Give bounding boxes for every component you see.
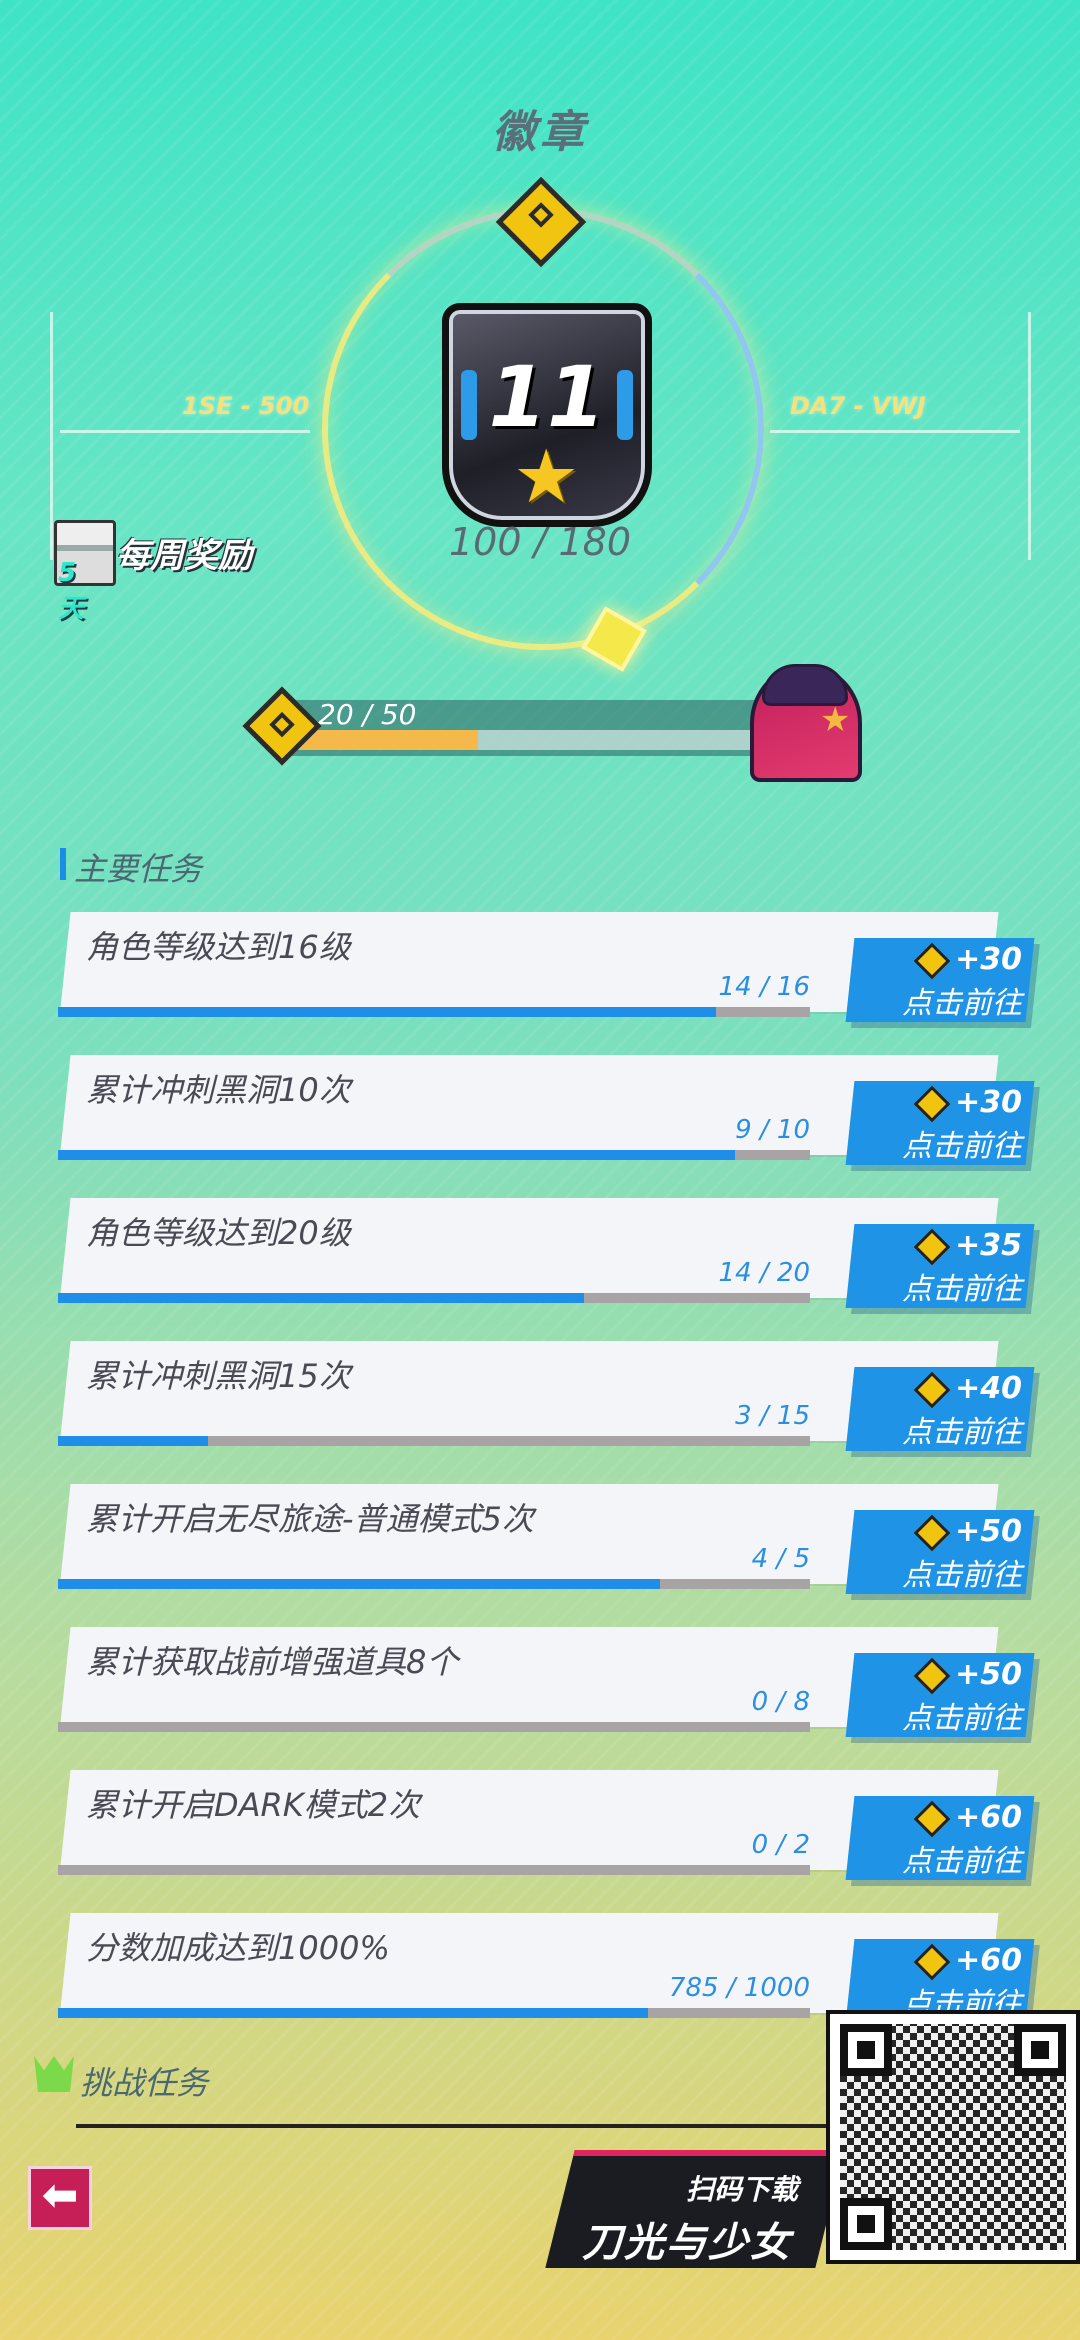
task-progress-bar: [58, 2008, 810, 2018]
task-title: 累计冲刺黑洞10次: [86, 1071, 351, 1109]
badge-shield[interactable]: 11 ★: [442, 303, 652, 527]
main-tasks-title: 主要任务: [74, 850, 203, 888]
task-reward-amount: +60: [955, 1943, 1022, 1978]
badge-level: 11: [488, 348, 606, 446]
task-progress-fill: [58, 1293, 585, 1303]
task-row: 角色等级达到20级 14 / 20 +35 点击前往: [58, 1198, 1035, 1308]
task-title: 累计冲刺黑洞15次: [86, 1357, 351, 1395]
task-progress-fill: [58, 1007, 716, 1017]
task-title: 角色等级达到20级: [86, 1214, 351, 1252]
task-reward: +60: [872, 1943, 1022, 1980]
task-progress-text: 4 / 5: [751, 1544, 810, 1574]
go-button-label[interactable]: 点击前往: [872, 1836, 1022, 1880]
challenge-tasks-title: 挑战任务: [80, 2064, 209, 2102]
task-reward: +30: [872, 1085, 1022, 1122]
badge-coin-icon: [913, 1514, 951, 1551]
task-title: 角色等级达到16级: [86, 928, 351, 966]
go-button-label[interactable]: 点击前往: [872, 1264, 1022, 1308]
task-reward-amount: +60: [955, 1800, 1022, 1835]
left-code-label: 1SE - 500: [182, 392, 310, 420]
go-button-label[interactable]: 点击前往: [872, 978, 1022, 1022]
task-title: 分数加成达到1000%: [86, 1929, 390, 1967]
task-reward: +30: [872, 942, 1022, 979]
task-reward: +50: [872, 1657, 1022, 1694]
level-progress-text: 20 / 50: [318, 698, 417, 731]
right-code-label: DA7 - VWJ: [790, 392, 926, 420]
task-row: 累计开启DARK模式2次 0 / 2 +60 点击前往: [58, 1770, 1035, 1880]
cape-star-icon: ★: [820, 700, 851, 740]
task-progress-bar: [58, 1865, 810, 1875]
task-row: 累计冲刺黑洞10次 9 / 10 +30 点击前往: [58, 1055, 1035, 1165]
back-button[interactable]: ⬅: [28, 2166, 92, 2230]
task-progress-bar: [58, 1436, 810, 1446]
promo-game-title: 刀光与少女: [582, 2220, 792, 2266]
task-row: 角色等级达到16级 14 / 16 +30 点击前往: [58, 912, 1035, 1022]
challenge-divider: [76, 2124, 856, 2128]
qr-finder: [840, 2024, 892, 2076]
badge-coin-icon: [913, 942, 951, 979]
weekly-reward-days: 5天: [58, 558, 85, 624]
go-button-label[interactable]: 点击前往: [872, 1121, 1022, 1165]
task-reward-amount: +30: [955, 942, 1022, 977]
task-title: 累计获取战前增强道具8个: [86, 1643, 459, 1681]
task-reward: +50: [872, 1514, 1022, 1551]
go-button-label[interactable]: 点击前往: [872, 1550, 1022, 1594]
task-progress-text: 14 / 16: [718, 972, 810, 1002]
badge-coin-icon: [913, 1657, 951, 1694]
crown-icon: [34, 2056, 74, 2092]
task-row: 累计获取战前增强道具8个 0 / 8 +50 点击前往: [58, 1627, 1035, 1737]
task-reward-amount: +30: [955, 1085, 1022, 1120]
task-reward-amount: +40: [955, 1371, 1022, 1406]
task-progress-bar: [58, 1579, 810, 1589]
right-divider: [770, 430, 1020, 433]
go-button-label[interactable]: 点击前往: [872, 1693, 1022, 1737]
task-progress-text: 14 / 20: [718, 1258, 810, 1288]
star-icon: ★: [513, 434, 580, 520]
task-progress-text: 9 / 10: [735, 1115, 810, 1145]
task-progress-fill: [58, 2008, 649, 2018]
task-row: 分数加成达到1000% 785 / 1000 +60 点击前往: [58, 1913, 1035, 2023]
back-arrow-icon: ⬅: [41, 2170, 79, 2221]
weekly-reward-label: 每周奖励: [116, 536, 252, 576]
section-accent-bar: [60, 848, 66, 880]
task-progress-bar: [58, 1293, 810, 1303]
badge-coin-icon: [913, 1228, 951, 1265]
task-progress-text: 3 / 15: [735, 1401, 810, 1431]
badge-coin-icon: [913, 1085, 951, 1122]
task-title: 累计开启无尽旅途-普通模式5次: [86, 1500, 534, 1538]
task-progress-text: 0 / 8: [751, 1687, 810, 1717]
task-reward-amount: +50: [955, 1657, 1022, 1692]
task-title: 累计开启DARK模式2次: [86, 1786, 421, 1824]
badge-coin-icon: [913, 1800, 951, 1837]
task-reward: +35: [872, 1228, 1022, 1265]
task-progress-bar: [58, 1722, 810, 1732]
badge-coin-icon: [913, 1371, 951, 1408]
promo-scan-label: 扫码下载: [686, 2173, 799, 2206]
task-progress-text: 0 / 2: [751, 1830, 810, 1860]
download-qr-code[interactable]: [826, 2010, 1080, 2264]
task-row: 累计开启无尽旅途-普通模式5次 4 / 5 +50 点击前往: [58, 1484, 1035, 1594]
task-progress-fill: [58, 1436, 209, 1446]
left-divider: [60, 430, 310, 433]
qr-finder: [840, 2198, 892, 2250]
task-progress-text: 785 / 1000: [668, 1973, 810, 2003]
task-progress-bar: [58, 1150, 810, 1160]
level-progress-fill: [290, 730, 478, 750]
task-progress-fill: [58, 1579, 660, 1589]
task-reward-amount: +35: [955, 1228, 1022, 1263]
task-reward: +60: [872, 1800, 1022, 1837]
task-reward: +40: [872, 1371, 1022, 1408]
task-progress-bar: [58, 1007, 810, 1017]
task-row: 累计冲刺黑洞15次 3 / 15 +40 点击前往: [58, 1341, 1035, 1451]
badge-coin-icon: [913, 1943, 951, 1980]
qr-finder: [1014, 2024, 1066, 2076]
task-reward-amount: +50: [955, 1514, 1022, 1549]
page-title: 徽章: [492, 107, 588, 158]
task-progress-fill: [58, 1150, 735, 1160]
go-button-label[interactable]: 点击前往: [872, 1407, 1022, 1451]
